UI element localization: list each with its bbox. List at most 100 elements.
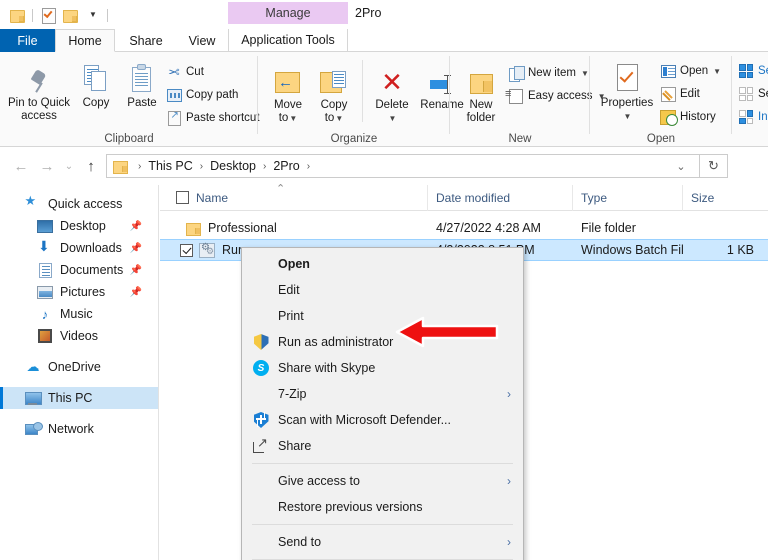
breadcrumb-this-pc[interactable]: This PC	[146, 159, 194, 173]
properties-label: Properties	[600, 97, 654, 109]
sidebar-item-quick-access[interactable]: Quick access	[0, 193, 158, 215]
edit-button[interactable]: Edit	[660, 86, 700, 102]
column-header-type[interactable]: Type	[573, 184, 683, 211]
context-menu-item-edit[interactable]: Edit	[242, 277, 523, 303]
red-arrow-annotation	[393, 313, 501, 351]
chevron-down-icon: ▼	[580, 68, 589, 78]
breadcrumb-chevron-icon[interactable]: ›	[263, 161, 266, 172]
pin-icon: 📌	[129, 220, 142, 232]
sidebar-item-label: Desktop	[60, 219, 106, 233]
sidebar-item-desktop[interactable]: Desktop 📌	[0, 215, 158, 237]
breadcrumb-chevron-icon: ›	[138, 160, 142, 172]
qat-separator	[32, 8, 33, 22]
sidebar-item-this-pc[interactable]: This PC	[0, 387, 158, 409]
open-button[interactable]: Open ▼	[660, 63, 721, 79]
paste-button[interactable]: Paste	[120, 60, 164, 110]
tab-home[interactable]: Home	[55, 29, 115, 52]
select-none-button[interactable]: Se	[738, 86, 768, 102]
pin-to-quick-access-label-line1: Pin to Quick	[8, 97, 70, 109]
column-header-name[interactable]: Name ⌃	[160, 183, 428, 211]
qat-new-folder-button[interactable]	[59, 4, 81, 26]
context-menu-item-label: Open	[278, 257, 310, 271]
delete-button[interactable]: ✕ Delete ▼	[368, 62, 416, 125]
cut-button[interactable]: ✂ Cut	[166, 64, 204, 80]
recent-locations-button[interactable]: ⌄	[60, 153, 78, 179]
sidebar-item-label: Documents	[60, 263, 124, 277]
forward-button[interactable]: →	[34, 153, 60, 179]
sidebar-item-music[interactable]: ♪ Music	[0, 303, 158, 325]
breadcrumb-bar[interactable]: › This PC › Desktop › 2Pro › ⌄	[106, 154, 700, 178]
file-name-label: Professional	[208, 221, 277, 235]
folder-icon	[185, 222, 201, 236]
qat-properties-button[interactable]	[37, 4, 59, 26]
submenu-chevron-icon: ›	[507, 387, 511, 401]
context-menu-item-restore-previous-versions[interactable]: Restore previous versions	[242, 494, 523, 520]
new-item-button[interactable]: New item ▼	[508, 65, 589, 82]
pin-icon: 📌	[129, 264, 142, 276]
breadcrumb-chevron-icon[interactable]: ›	[200, 161, 203, 172]
copy-to-button[interactable]: Copy to▼	[312, 62, 356, 125]
ribbon-group-select: Se Se In	[732, 52, 768, 147]
pin-to-quick-access-button[interactable]: Pin to Quick access	[6, 60, 72, 123]
sidebar-item-documents[interactable]: Documents 📌	[0, 259, 158, 281]
sidebar-item-label: Videos	[60, 329, 98, 343]
context-menu-item-share-with-skype[interactable]: S Share with Skype	[242, 355, 523, 381]
open-label: Open	[680, 65, 709, 77]
file-type-cell: File folder	[581, 221, 636, 235]
row-checkbox[interactable]	[180, 243, 193, 257]
copy-to-label-line2: to▼	[324, 112, 344, 124]
breadcrumb-desktop[interactable]: Desktop	[208, 159, 258, 173]
context-menu-item-send-to[interactable]: Send to ›	[242, 529, 523, 555]
tab-file[interactable]: File	[0, 29, 55, 52]
history-button[interactable]: History	[660, 109, 716, 126]
column-header-size[interactable]: Size	[683, 185, 768, 211]
contextual-tab-label: Manage	[265, 6, 311, 20]
copy-path-label: Copy path	[186, 89, 239, 101]
context-menu-item-share[interactable]: Share	[242, 433, 523, 459]
desktop-icon	[37, 219, 53, 233]
select-all-button[interactable]: Se	[738, 63, 768, 79]
context-menu-item-open[interactable]: Open	[242, 251, 523, 277]
breadcrumb-2pro[interactable]: 2Pro	[271, 159, 301, 173]
sidebar-item-onedrive[interactable]: ☁ OneDrive	[0, 356, 158, 378]
context-menu-item-7-zip[interactable]: 7-Zip ›	[242, 381, 523, 407]
paste-shortcut-button[interactable]: Paste shortcut	[166, 110, 260, 126]
videos-icon	[38, 329, 52, 343]
properties-button[interactable]: Properties ▼	[596, 60, 658, 123]
back-button[interactable]: ←	[8, 153, 34, 179]
invert-selection-button[interactable]: In	[738, 109, 768, 125]
table-row[interactable]: Professional 4/27/2022 4:28 AM File fold…	[160, 217, 768, 239]
pin-icon	[28, 70, 50, 94]
context-menu-item-scan-with-defender[interactable]: Scan with Microsoft Defender...	[242, 407, 523, 433]
column-headers: Name ⌃ Date modified Type Size	[160, 183, 768, 211]
copy-button[interactable]: Copy	[74, 60, 118, 110]
context-menu-item-give-access-to[interactable]: Give access to ›	[242, 468, 523, 494]
sidebar-item-videos[interactable]: Videos	[0, 325, 158, 347]
qat-separator	[107, 8, 108, 22]
refresh-icon: ↻	[708, 158, 719, 173]
tab-share[interactable]: Share	[117, 29, 175, 52]
breadcrumb-chevron-icon[interactable]: ›	[307, 161, 310, 172]
up-button[interactable]: ↑	[78, 153, 104, 179]
new-folder-button[interactable]: New folder	[456, 62, 506, 125]
scissors-icon: ✂	[168, 63, 180, 80]
contextual-tab-header: Manage	[228, 2, 348, 24]
refresh-button[interactable]: ↻	[700, 154, 728, 178]
qat-folder-button[interactable]	[6, 4, 28, 26]
invert-selection-icon	[739, 110, 753, 124]
move-to-button[interactable]: ← Move to▼	[266, 62, 310, 125]
sidebar-item-network[interactable]: Network	[0, 418, 158, 440]
sidebar-item-pictures[interactable]: Pictures 📌	[0, 281, 158, 303]
column-header-date-modified[interactable]: Date modified	[428, 184, 573, 211]
group-label-new: New	[508, 133, 532, 145]
file-size-cell	[683, 217, 768, 239]
no-icon	[250, 498, 272, 516]
copy-path-button[interactable]: Copy path	[166, 87, 238, 103]
select-all-checkbox[interactable]	[176, 191, 189, 204]
chevron-down-icon[interactable]: ⌄	[667, 160, 695, 173]
qat-customize-button[interactable]: ▼	[81, 4, 103, 26]
tab-view[interactable]: View	[177, 29, 227, 52]
tab-application-tools[interactable]: Application Tools	[228, 29, 348, 52]
sidebar-item-downloads[interactable]: Downloads 📌	[0, 237, 158, 259]
chevron-down-icon: ▼	[388, 114, 397, 123]
